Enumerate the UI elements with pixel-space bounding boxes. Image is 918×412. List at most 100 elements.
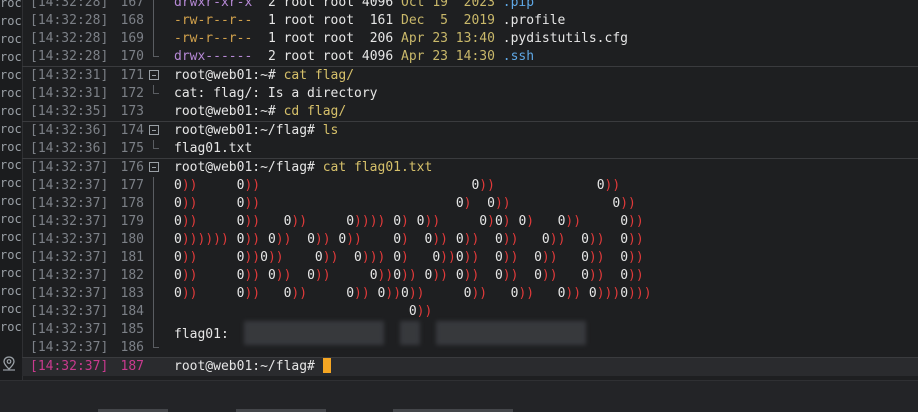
fold-guide <box>153 249 154 267</box>
ascii-art-line: 0)) 0)) 0)) 0)) 0))0)) 0)) 0)) 0)) 0)) 0… <box>174 268 644 283</box>
file-user: root <box>283 13 315 28</box>
file-date: Apr 23 14:30 <box>401 49 495 64</box>
timestamp: [14:32:37] <box>30 359 109 374</box>
line-number: 168 <box>120 13 144 28</box>
line-content: cat: flag/: Is a directory <box>174 85 378 103</box>
line-number: 182 <box>120 268 144 283</box>
line-content: 0)) 0))0)) 0)) 0))) 0) 0))0)) 0)) 0)) 0)… <box>174 249 644 267</box>
ascii-art-line: 0)) 0))0)) 0)) 0))) 0) 0))0)) 0)) 0)) 0)… <box>174 250 644 265</box>
ascii-art-line: 0)))))) 0)) 0)) 0)) 0)) 0) 0)) 0)) 0)) 0… <box>174 232 644 247</box>
terminal-line: [14:32:31] 172 cat: flag/: Is a directory <box>22 85 918 103</box>
shell-command <box>315 359 323 374</box>
timestamp: [14:32:37] <box>30 268 109 283</box>
session-label[interactable]: roc <box>0 0 22 12</box>
session-label[interactable]: roc <box>0 210 22 228</box>
file-permissions: -rw-r--r-- <box>174 13 253 28</box>
timestamp: [14:32:31] <box>30 86 109 101</box>
line-number: 167 <box>120 0 144 10</box>
fold-guide <box>153 285 154 303</box>
line-number: 185 <box>120 322 144 337</box>
line-content: 0)) 0)) 0) 0)) 0)) <box>174 195 636 213</box>
terminal-line: [14:32:35] 173 root@web01:~# cd flag/ <box>22 103 918 121</box>
shell-prompt: root@web01:~/flag# <box>174 123 315 138</box>
session-label[interactable]: roc <box>0 84 22 102</box>
line-content: root@web01:~/flag# <box>174 358 331 376</box>
file-name: .profile <box>502 13 566 28</box>
terminal-output[interactable]: [14:32:28] 167 drwxr-xr-x 2 root root 4096… <box>22 0 918 380</box>
line-content: root@web01:~/flag# ls <box>174 122 338 140</box>
fold-toggle-icon[interactable] <box>149 162 159 172</box>
timestamp: [14:32:36] <box>30 141 109 156</box>
session-label[interactable]: roc <box>0 120 22 138</box>
session-label[interactable]: roc <box>0 300 22 318</box>
session-label[interactable]: roc <box>0 318 22 336</box>
line-content: 0)) 0)) 0)) 0)) <box>174 177 620 195</box>
line-content: drwxr-xr-x 2 root root 4096 Oct 19 2023 … <box>174 0 534 12</box>
session-label[interactable]: roc <box>0 138 22 156</box>
file-group: root <box>322 13 355 28</box>
line-content: root@web01:~/flag# cat flag01.txt <box>174 159 432 177</box>
file-size: 161 <box>361 13 394 28</box>
session-label[interactable]: roc <box>0 228 22 246</box>
line-number: 172 <box>120 86 144 101</box>
file-name: .ssh <box>502 49 535 64</box>
file-user: root <box>283 0 315 10</box>
session-label[interactable]: roc <box>0 246 22 264</box>
timestamp: [14:32:28] <box>30 31 109 46</box>
session-label[interactable]: roc <box>0 264 22 282</box>
shell-prompt: root@web01:~/flag# <box>174 359 315 374</box>
file-user: root <box>283 31 315 46</box>
fold-guide-end <box>153 339 159 348</box>
line-content: 0)))))) 0)) 0)) 0)) 0)) 0) 0)) 0)) 0)) 0… <box>174 231 644 249</box>
file-name: .pydistutils.cfg <box>502 31 628 46</box>
session-label[interactable]: roc <box>0 156 22 174</box>
bottom-bar <box>0 380 918 412</box>
fold-toggle-icon[interactable] <box>149 70 159 80</box>
session-label[interactable]: roc <box>0 174 22 192</box>
line-content: -rw-r--r-- 1 root root 161 Dec 5 2019 .p… <box>174 12 565 30</box>
line-content: drwx------ 2 root root 4096 Apr 23 14:30… <box>174 48 534 66</box>
shell-command: ls <box>314 123 339 138</box>
terminal-line: [14:32:28] 170 drwx------ 2 root root 4096… <box>22 48 918 66</box>
terminal-line: [14:32:37] 180 0)))))) 0)) 0)) 0)) 0)) 0) … <box>22 231 918 249</box>
terminal-line: [14:32:37] 182 0)) 0)) 0)) 0)) 0))0)) 0)) … <box>22 267 918 285</box>
shell-command: cat flag/ <box>275 68 355 83</box>
file-group: root <box>322 0 355 10</box>
timestamp: [14:32:37] <box>30 340 109 355</box>
map-pin-icon[interactable] <box>0 355 20 373</box>
terminal-line: [14:32:37] 177 0)) 0)) 0)) 0)) <box>22 177 918 195</box>
shell-command: cd flag/ <box>275 104 347 119</box>
file-user: root <box>283 49 315 64</box>
session-label[interactable]: roc <box>0 12 22 30</box>
fold-guide <box>153 12 154 30</box>
terminal-line: [14:32:31] 171 root@web01:~# cat flag/ <box>22 66 918 85</box>
timestamp: [14:32:28] <box>30 0 109 10</box>
fold-toggle-icon[interactable] <box>149 125 159 135</box>
timestamp: [14:32:36] <box>30 123 109 138</box>
line-content: 0)) 0)) 0)) 0)) 0))0)) 0)) 0)) 0)) 0)))0… <box>174 285 652 303</box>
line-number: 173 <box>120 104 144 119</box>
line-number: 183 <box>120 286 144 301</box>
session-label[interactable]: roc <box>0 102 22 120</box>
session-label[interactable]: roc <box>0 192 22 210</box>
terminal-line: [14:32:37] 176 root@web01:~/flag# cat flag… <box>22 158 918 177</box>
session-list-strip: roc roc roc roc roc roc roc roc roc roc roc roc roc r… <box>0 0 23 380</box>
timestamp: [14:32:31] <box>30 68 109 83</box>
fold-guide <box>153 213 154 231</box>
line-number: 169 <box>120 31 144 46</box>
session-label[interactable]: roc <box>0 282 22 300</box>
fold-guide <box>153 195 154 213</box>
text-cursor[interactable] <box>322 358 331 373</box>
fold-guide <box>153 177 154 195</box>
session-label[interactable]: roc <box>0 66 22 84</box>
timestamp: [14:32:37] <box>30 196 109 211</box>
ascii-art-line: 0)) 0)) 0) 0)) 0)) <box>174 196 636 211</box>
fold-guide-end <box>153 48 159 57</box>
ascii-art-line: 0)) <box>408 304 433 319</box>
line-number: 174 <box>120 123 144 138</box>
ascii-art-line: 0)) 0)) 0)) 0)))) 0) 0)) 0)0) 0) 0)) 0)) <box>174 214 644 229</box>
link-count: 1 <box>267 13 276 28</box>
session-label[interactable]: roc <box>0 48 22 66</box>
session-label[interactable]: roc <box>0 30 22 48</box>
terminal-line: [14:32:28] 169 -rw-r--r-- 1 root root 206 … <box>22 30 918 48</box>
